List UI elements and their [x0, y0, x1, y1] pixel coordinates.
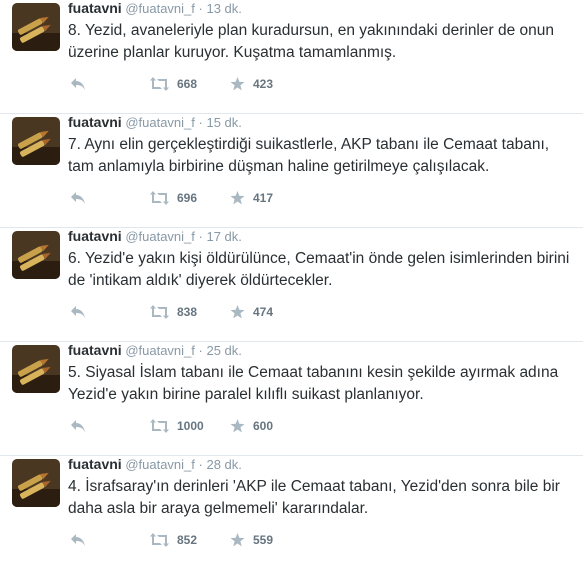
favorite-count: 600	[253, 419, 274, 433]
star-icon	[230, 191, 245, 205]
avatar[interactable]	[12, 345, 60, 393]
user-fullname[interactable]: fuatavni	[68, 114, 122, 130]
favorite-count: 474	[253, 305, 274, 319]
retweet-icon	[150, 533, 169, 547]
favorite-button[interactable]: 474	[230, 302, 273, 322]
retweet-icon	[150, 77, 169, 91]
separator-dot: ·	[198, 229, 203, 244]
avatar[interactable]	[12, 459, 60, 507]
reply-button[interactable]	[70, 188, 86, 208]
tweet-text: 7. Aynı elin gerçekleştirdiği suikastler…	[68, 136, 550, 175]
reply-button[interactable]	[70, 74, 86, 94]
tweet-actions: 1000 600	[68, 416, 368, 436]
favorite-button[interactable]: 423	[230, 74, 273, 94]
favorite-button[interactable]: 559	[230, 530, 273, 550]
retweet-button[interactable]: 668	[150, 74, 197, 94]
reply-icon	[71, 534, 85, 546]
timestamp[interactable]: 17 dk.	[206, 229, 241, 244]
retweet-button[interactable]: 838	[150, 302, 197, 322]
favorite-count: 559	[253, 533, 274, 547]
star-icon	[230, 305, 245, 319]
tweet-header: fuatavni @fuatavni_f · 25 dk.	[68, 342, 242, 358]
reply-icon	[71, 192, 85, 204]
separator-dot: ·	[198, 115, 203, 130]
user-handle[interactable]: @fuatavni_f	[125, 457, 195, 472]
star-icon	[230, 419, 245, 433]
retweet-button[interactable]: 1000	[150, 416, 204, 436]
retweet-button[interactable]: 696	[150, 188, 197, 208]
favorite-button[interactable]: 417	[230, 188, 273, 208]
tweet[interactable]: fuatavni @fuatavni_f · 17 dk. 6. Yezid'e…	[0, 228, 583, 342]
reply-button[interactable]	[70, 302, 86, 322]
bullets-avatar-icon	[12, 117, 60, 165]
star-icon	[230, 77, 245, 91]
tweet-actions: 668 423	[68, 74, 368, 94]
tweet-actions: 838 474	[68, 302, 368, 322]
reply-button[interactable]	[70, 530, 86, 550]
avatar[interactable]	[12, 231, 60, 279]
retweet-count: 1000	[177, 419, 204, 433]
user-fullname[interactable]: fuatavni	[68, 456, 122, 472]
timestamp[interactable]: 25 dk.	[206, 343, 241, 358]
user-fullname[interactable]: fuatavni	[68, 228, 122, 244]
tweet-header: fuatavni @fuatavni_f · 17 dk.	[68, 228, 242, 244]
user-handle[interactable]: @fuatavni_f	[125, 1, 195, 16]
retweet-icon	[150, 191, 169, 205]
reply-button[interactable]	[70, 416, 86, 436]
tweet-header: fuatavni @fuatavni_f · 28 dk.	[68, 456, 242, 472]
reply-icon	[71, 306, 85, 318]
favorite-count: 417	[253, 191, 274, 205]
bullets-avatar-icon	[12, 345, 60, 393]
user-fullname[interactable]: fuatavni	[68, 342, 122, 358]
tweet[interactable]: fuatavni @fuatavni_f · 13 dk. 8. Yezid, …	[0, 0, 583, 114]
separator-dot: ·	[198, 1, 203, 16]
star-icon	[230, 533, 245, 547]
tweet-text: 6. Yezid'e yakın kişi öldürülünce, Cemaa…	[68, 250, 570, 289]
timestamp[interactable]: 28 dk.	[206, 457, 241, 472]
bullets-avatar-icon	[12, 3, 60, 51]
avatar[interactable]	[12, 117, 60, 165]
retweet-count: 838	[177, 305, 198, 319]
separator-dot: ·	[198, 457, 203, 472]
tweet-text: 8. Yezid, avaneleriyle plan kuradursun, …	[68, 22, 554, 61]
separator-dot: ·	[198, 343, 203, 358]
tweet-feed: fuatavni @fuatavni_f · 13 dk. 8. Yezid, …	[0, 0, 583, 547]
user-handle[interactable]: @fuatavni_f	[125, 229, 195, 244]
user-fullname[interactable]: fuatavni	[68, 0, 122, 16]
user-handle[interactable]: @fuatavni_f	[125, 343, 195, 358]
retweet-button[interactable]: 852	[150, 530, 197, 550]
tweet[interactable]: fuatavni @fuatavni_f · 15 dk. 7. Aynı el…	[0, 114, 583, 228]
tweet-actions: 696 417	[68, 188, 368, 208]
avatar[interactable]	[12, 3, 60, 51]
reply-icon	[71, 78, 85, 90]
tweet-text: 4. İsrafsaray'ın derinleri 'AKP ile Cema…	[68, 478, 560, 517]
bullets-avatar-icon	[12, 231, 60, 279]
retweet-icon	[150, 419, 169, 433]
reply-icon	[71, 420, 85, 432]
timestamp[interactable]: 15 dk.	[206, 115, 241, 130]
favorite-count: 423	[253, 77, 274, 91]
retweet-icon	[150, 305, 169, 319]
tweet[interactable]: fuatavni @fuatavni_f · 28 dk. 4. İsrafsa…	[0, 456, 583, 570]
retweet-count: 852	[177, 533, 198, 547]
tweet-actions: 852 559	[68, 530, 368, 550]
user-handle[interactable]: @fuatavni_f	[125, 115, 195, 130]
tweet-text: 5. Siyasal İslam tabanı ile Cemaat taban…	[68, 364, 559, 403]
timestamp[interactable]: 13 dk.	[206, 1, 241, 16]
tweet[interactable]: fuatavni @fuatavni_f · 25 dk. 5. Siyasal…	[0, 342, 583, 456]
retweet-count: 668	[177, 77, 198, 91]
retweet-count: 696	[177, 191, 198, 205]
bullets-avatar-icon	[12, 459, 60, 507]
favorite-button[interactable]: 600	[230, 416, 273, 436]
tweet-header: fuatavni @fuatavni_f · 15 dk.	[68, 114, 242, 130]
tweet-header: fuatavni @fuatavni_f · 13 dk.	[68, 0, 242, 16]
